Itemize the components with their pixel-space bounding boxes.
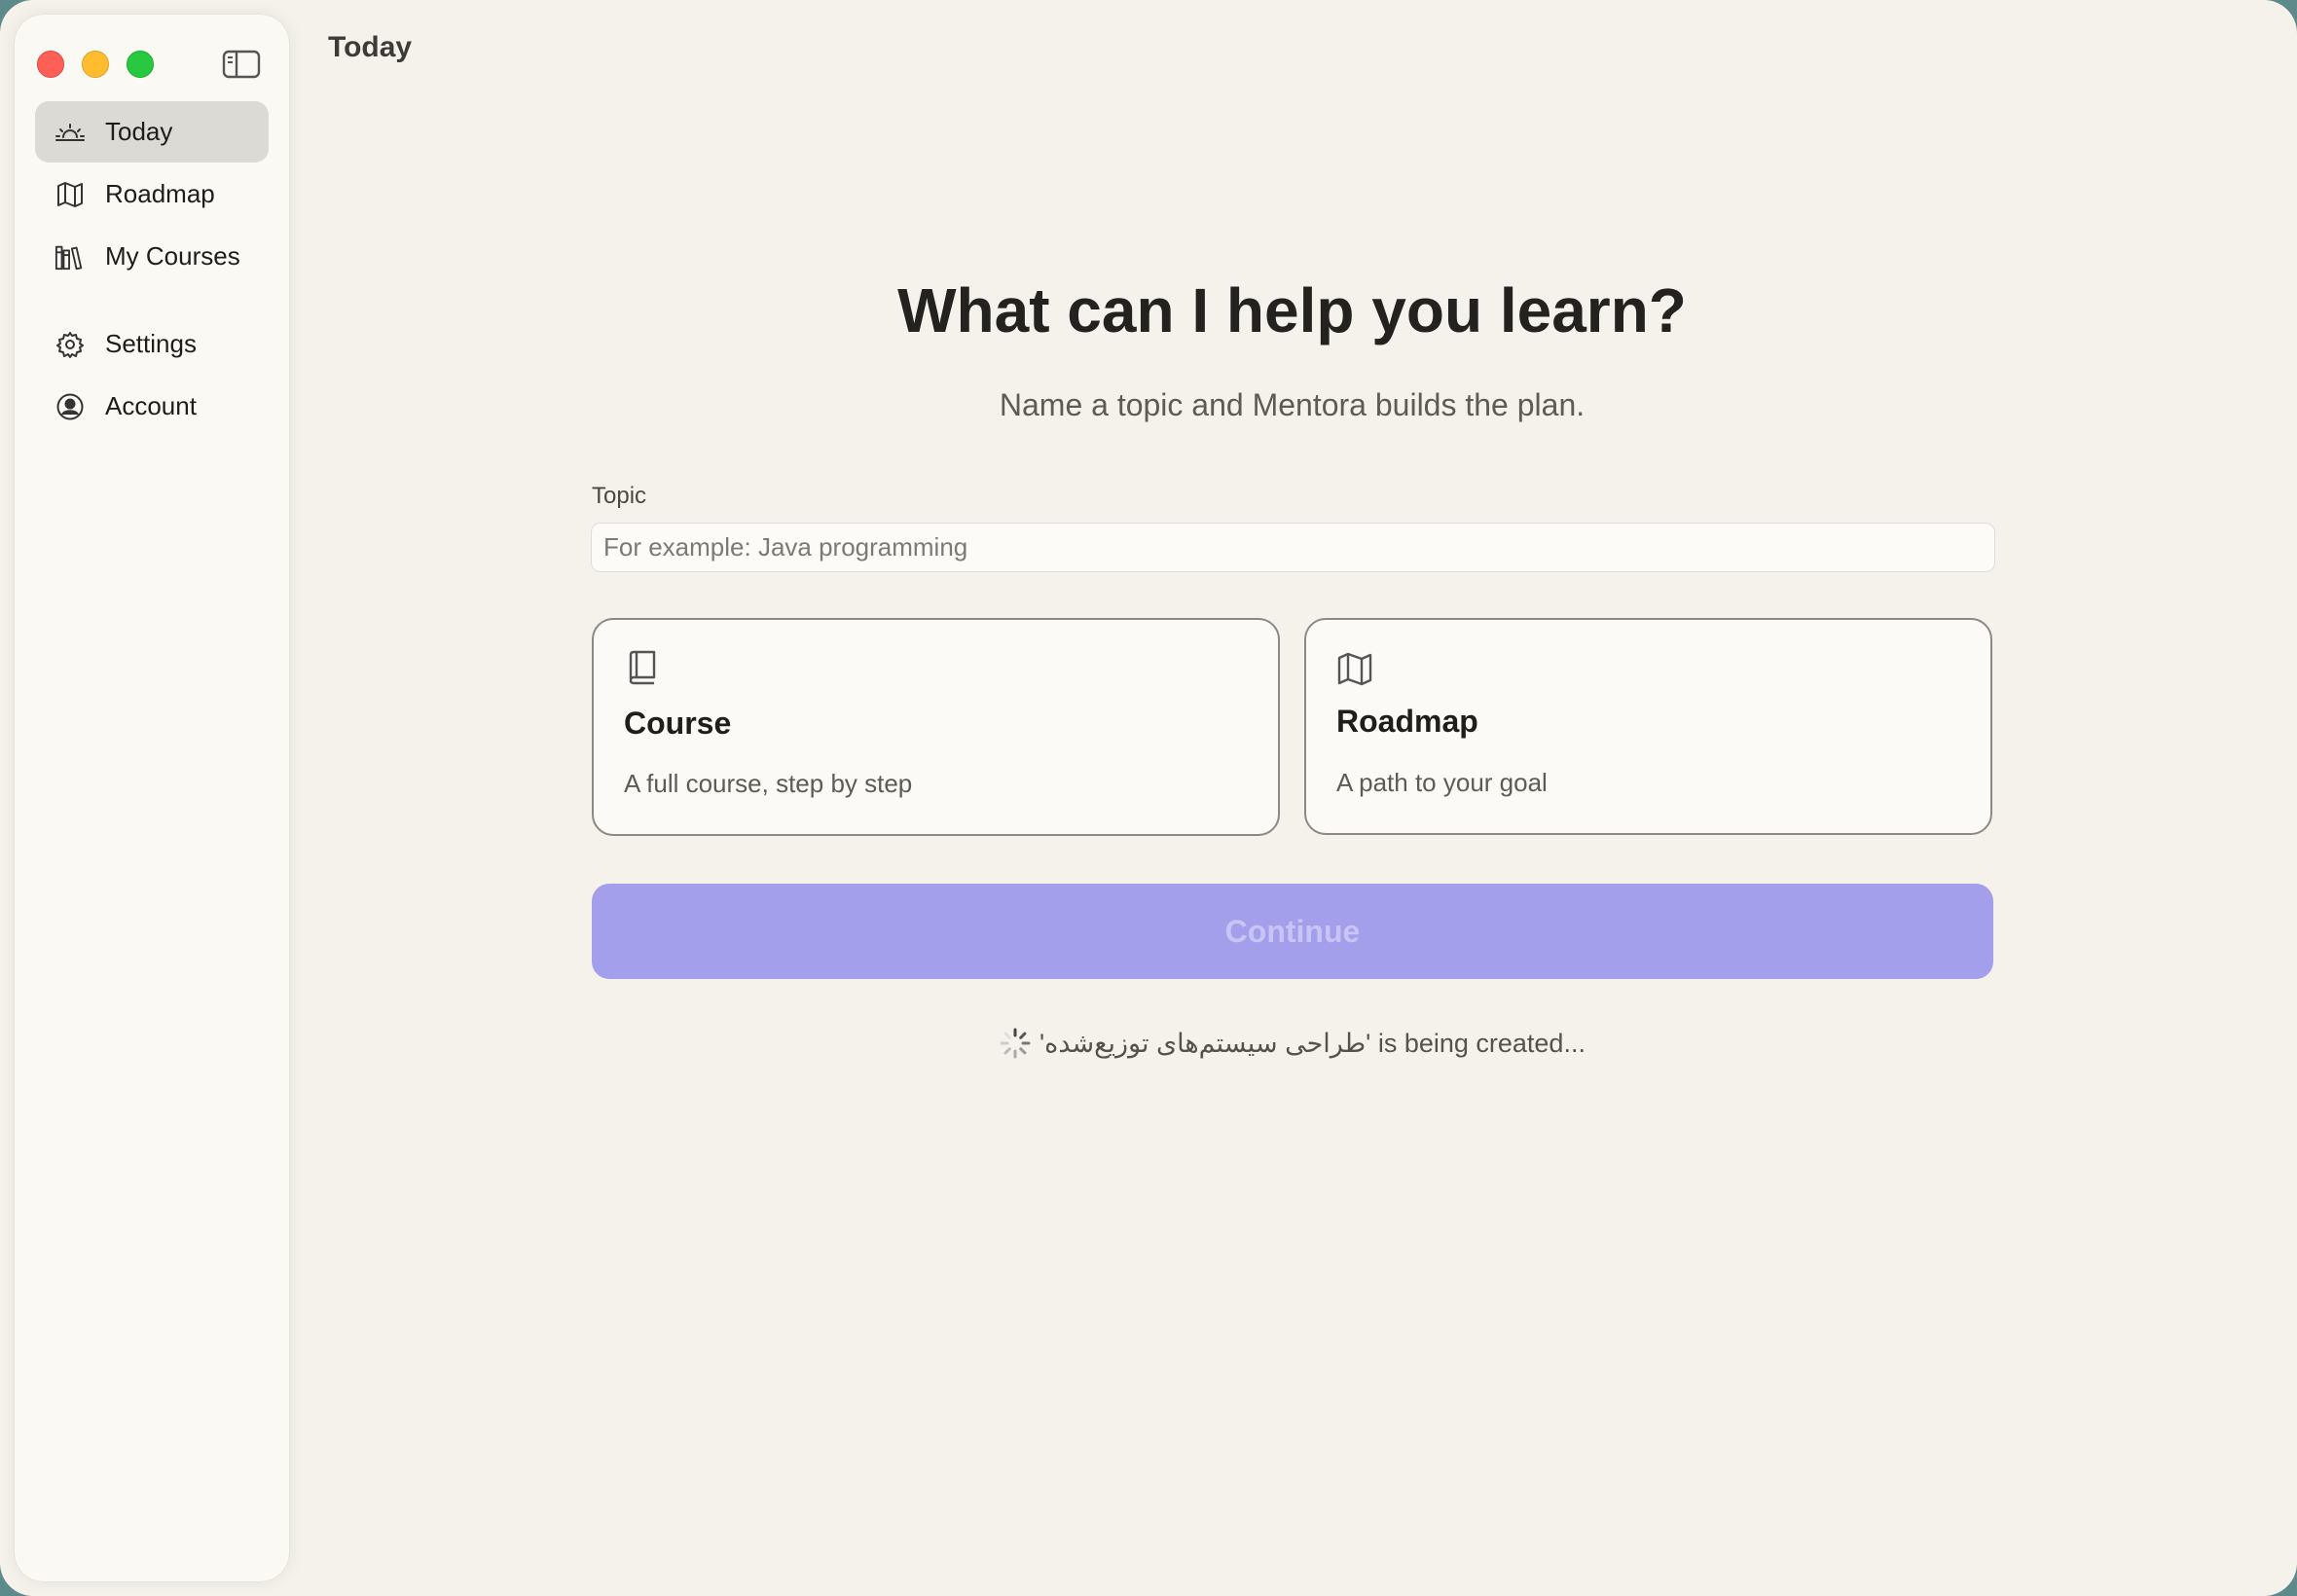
map-icon	[55, 179, 86, 210]
sidebar-item-my-courses[interactable]: My Courses	[35, 226, 269, 287]
roadmap-option-card[interactable]: Roadmap A path to your goal	[1304, 618, 1992, 835]
course-card-title: Course	[624, 706, 732, 741]
sidebar-item-label: Roadmap	[105, 179, 215, 208]
window-title: Today	[328, 31, 413, 63]
course-card-description: A full course, step by step	[624, 769, 913, 798]
sidebar: Today Roadmap My Courses Settings Accoun…	[15, 15, 289, 1581]
sidebar-nav: Today Roadmap My Courses Settings Accoun…	[35, 101, 269, 438]
sidebar-toggle-icon[interactable]	[222, 49, 261, 80]
roadmap-card-description: A path to your goal	[1336, 768, 1548, 797]
gear-icon	[55, 329, 86, 360]
continue-button[interactable]: Continue	[592, 884, 1993, 979]
zoom-window-button[interactable]	[127, 51, 154, 78]
page-subtitle: Name a topic and Mentora builds the plan…	[999, 387, 1586, 422]
status-text: 'طراحی سیستم‌های توزیع‌شده' is being cre…	[1039, 1028, 1586, 1058]
sidebar-item-settings[interactable]: Settings	[35, 313, 269, 375]
sidebar-item-account[interactable]: Account	[35, 376, 269, 437]
roadmap-card-title: Roadmap	[1336, 704, 1478, 739]
sidebar-item-label: Settings	[105, 329, 197, 358]
sidebar-item-label: My Courses	[105, 241, 240, 271]
close-window-button[interactable]	[37, 51, 64, 78]
book-icon	[623, 649, 662, 688]
page-title: What can I help you learn?	[897, 275, 1687, 345]
creation-status: 'طراحی سیستم‌های توزیع‌شده' is being cre…	[584, 1027, 2000, 1060]
minimize-window-button[interactable]	[82, 51, 109, 78]
topic-label: Topic	[592, 483, 647, 509]
app-window: Today Roadmap My Courses Settings Accoun…	[0, 0, 2297, 1596]
sidebar-item-roadmap[interactable]: Roadmap	[35, 163, 269, 225]
person-circle-icon	[55, 391, 86, 422]
sidebar-item-today[interactable]: Today	[35, 101, 269, 163]
sunrise-icon	[55, 117, 86, 148]
map-icon	[1335, 649, 1374, 688]
sidebar-item-label: Today	[105, 117, 173, 146]
course-option-card[interactable]: Course A full course, step by step	[592, 618, 1280, 836]
topic-input[interactable]	[591, 523, 1995, 572]
spinner-icon	[999, 1027, 1032, 1060]
books-icon	[55, 241, 86, 272]
sidebar-item-label: Account	[105, 391, 197, 420]
